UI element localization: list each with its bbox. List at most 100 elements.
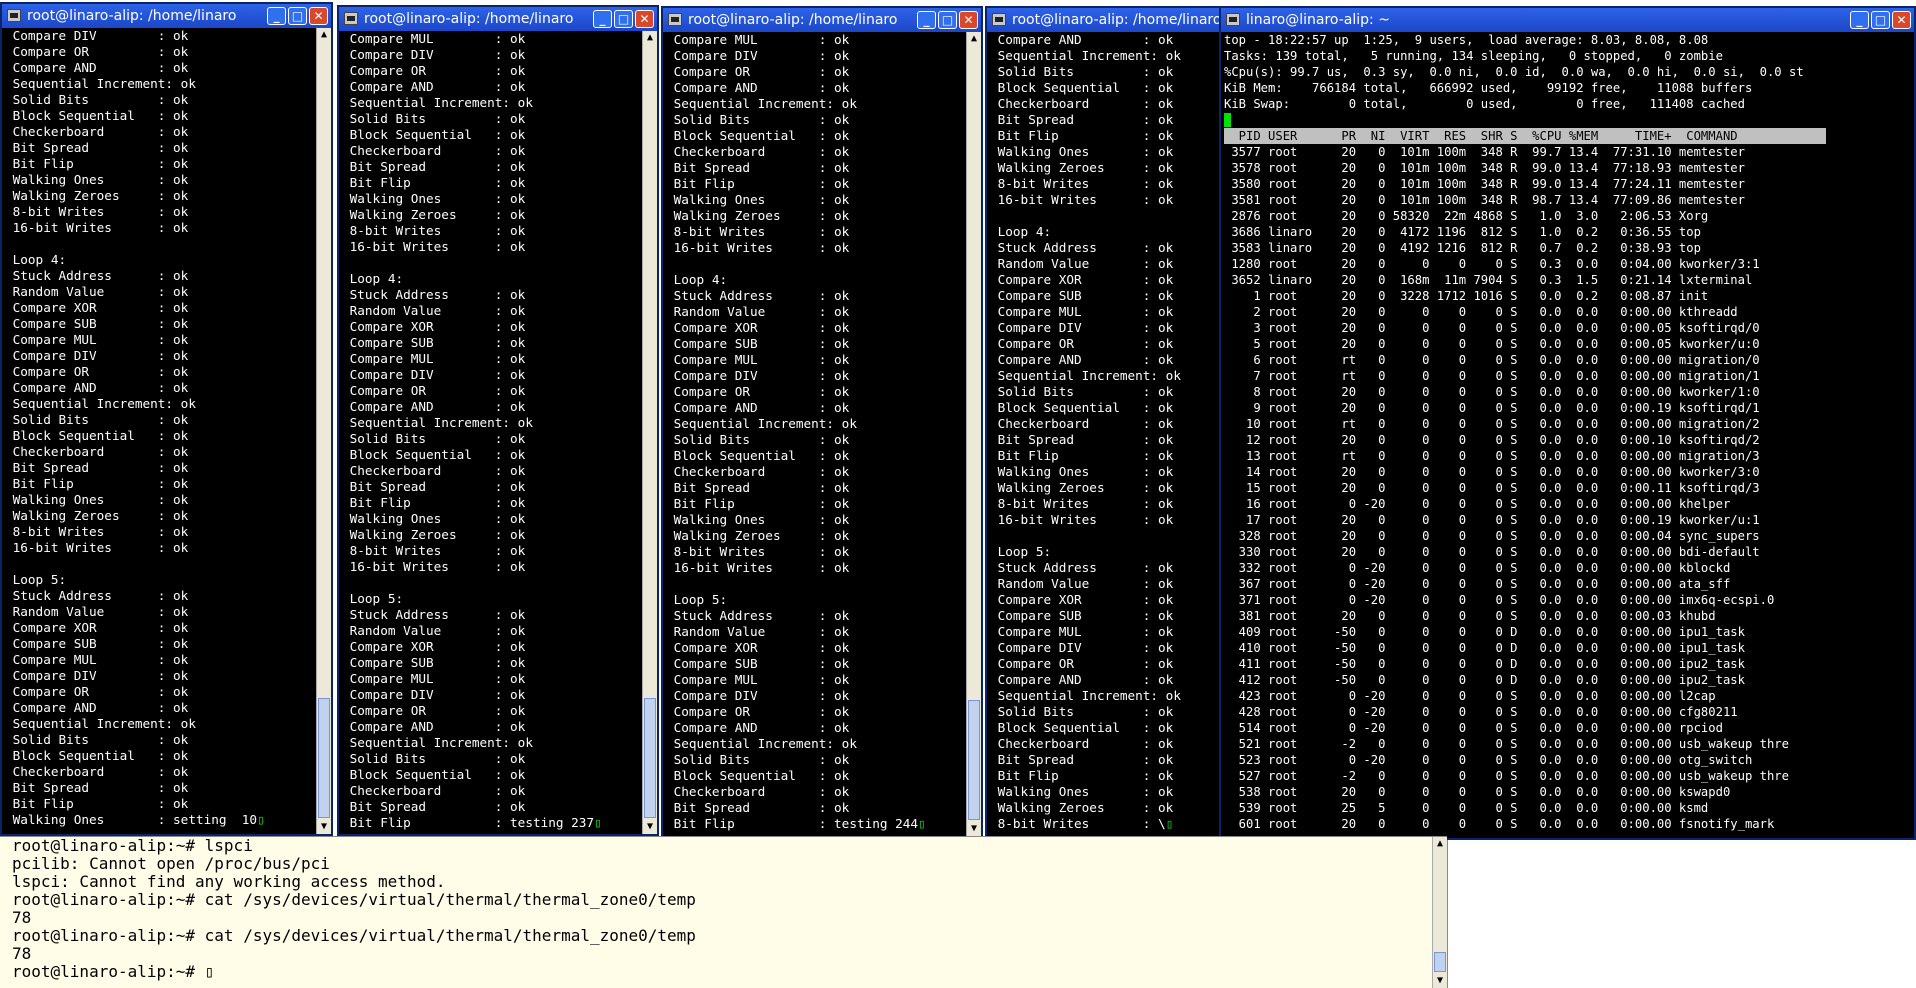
- title-bar[interactable]: root@linaro-alip: /home/linaro: [987, 8, 1221, 32]
- terminal-line: Loop 5:: [666, 592, 728, 607]
- terminal-line: Compare DIV : ok: [342, 47, 526, 62]
- terminal-line: Compare OR : ok: [666, 704, 850, 719]
- terminal-output[interactable]: Compare MUL : ok Compare DIV : ok Compar…: [339, 31, 602, 834]
- terminal-line: Block Sequential : ok: [342, 767, 526, 782]
- scroll-down-icon[interactable]: ▼: [1433, 974, 1447, 988]
- maximize-button[interactable]: □: [938, 11, 957, 29]
- terminal-line: Walking Zeroes : ok: [990, 160, 1174, 175]
- vertical-scrollbar[interactable]: ▲ ▼: [642, 31, 657, 834]
- process-row: 381 root 20 0 0 0 0 S 0.0 0.0 0:00.03 kh…: [1224, 609, 1716, 623]
- terminal-line: Random Value : ok: [342, 303, 526, 318]
- title-bar[interactable]: linaro@linaro-alip: ~ _ □ ✕: [1221, 8, 1914, 32]
- minimize-button[interactable]: _: [593, 10, 612, 28]
- terminal-line: Bit Spread : ok: [666, 800, 850, 815]
- terminal-line: Block Sequential : ok: [5, 108, 189, 123]
- terminal-output[interactable]: Compare AND : ok Sequential Increment: o…: [987, 32, 1181, 838]
- close-button[interactable]: ✕: [959, 11, 978, 29]
- terminal-line: Bit Flip : ok: [342, 495, 526, 510]
- scroll-up-icon[interactable]: ▲: [317, 28, 331, 42]
- terminal-line: Compare OR : ok: [342, 703, 526, 718]
- terminal-line: Bit Spread : ok: [990, 752, 1174, 767]
- terminal-line: Block Sequential : ok: [990, 80, 1174, 95]
- process-row: 7 root rt 0 0 0 0 S 0.0 0.0 0:00.00 migr…: [1224, 369, 1760, 383]
- minimize-button[interactable]: _: [1850, 11, 1869, 29]
- maximize-button[interactable]: □: [614, 10, 633, 28]
- terminal-window-3[interactable]: root@linaro-alip: /home/linaro _ □ ✕ Com…: [661, 6, 983, 838]
- title-bar[interactable]: root@linaro-alip: /home/linaro _ □ ✕: [339, 7, 657, 31]
- terminal-line: Sequential Increment: ok: [990, 688, 1181, 703]
- terminal-line: Compare XOR : ok: [342, 319, 526, 334]
- terminal-line: Stuck Address : ok: [990, 560, 1174, 575]
- terminal-window-2[interactable]: root@linaro-alip: /home/linaro _ □ ✕ Com…: [337, 5, 659, 836]
- scrollbar-thumb[interactable]: [1434, 952, 1446, 972]
- terminal-line: Compare MUL : ok: [990, 304, 1174, 319]
- vertical-scrollbar[interactable]: ▲ ▼: [1432, 837, 1447, 988]
- scroll-up-icon[interactable]: ▲: [1433, 837, 1447, 851]
- terminal-line: Random Value : ok: [5, 284, 189, 299]
- terminal-output[interactable]: Compare MUL : ok Compare DIV : ok Compar…: [663, 32, 926, 836]
- shell-prompt[interactable]: root@linaro-alip:~# ▯: [12, 963, 696, 981]
- title-bar[interactable]: root@linaro-alip: /home/linaro _ □ ✕: [663, 8, 981, 32]
- shell-line: root@linaro-alip:~# cat /sys/devices/vir…: [12, 926, 696, 945]
- scroll-down-icon[interactable]: ▼: [967, 822, 981, 836]
- top-summary-line: top - 18:22:57 up 1:25, 9 users, load av…: [1224, 33, 1709, 47]
- terminal-line: Solid Bits : ok: [666, 432, 850, 447]
- minimize-button[interactable]: _: [917, 11, 936, 29]
- close-button[interactable]: ✕: [635, 10, 654, 28]
- terminal-line: Stuck Address : ok: [5, 268, 189, 283]
- terminal-line: Bit Spread : ok: [5, 140, 189, 155]
- scroll-down-icon[interactable]: ▼: [643, 820, 657, 834]
- close-button[interactable]: ✕: [309, 7, 328, 25]
- terminal-window-4[interactable]: root@linaro-alip: /home/linaro Compare A…: [985, 6, 1223, 840]
- terminal-line: 16-bit Writes : ok: [342, 559, 526, 574]
- terminal-line: Bit Spread : ok: [5, 780, 189, 795]
- terminal-line: Solid Bits : ok: [666, 752, 850, 767]
- terminal-line: 16-bit Writes : ok: [5, 220, 189, 235]
- vertical-scrollbar[interactable]: ▲ ▼: [316, 28, 331, 834]
- scrollbar-thumb[interactable]: [644, 698, 656, 818]
- shell-line: root@linaro-alip:~# lspci: [12, 837, 253, 855]
- terminal-line-current: Walking Ones : setting 10▯: [5, 812, 265, 827]
- close-button[interactable]: ✕: [1892, 11, 1911, 29]
- process-row: 3652 linaro 20 0 168m 11m 7904 S 0.3 1.5…: [1224, 273, 1753, 287]
- process-row: 10 root rt 0 0 0 0 S 0.0 0.0 0:00.00 mig…: [1224, 417, 1760, 431]
- terminal-line: Walking Zeroes : ok: [5, 508, 189, 523]
- terminal-line: Solid Bits : ok: [990, 64, 1174, 79]
- shell-line: lspci: Cannot find any working access me…: [12, 872, 446, 891]
- terminal-line: 16-bit Writes : ok: [342, 239, 526, 254]
- process-row: 328 root 20 0 0 0 0 S 0.0 0.0 0:00.04 sy…: [1224, 529, 1760, 543]
- terminal-line: Block Sequential : ok: [342, 447, 526, 462]
- top-terminal-window[interactable]: linaro@linaro-alip: ~ _ □ ✕ top - 18:22:…: [1219, 6, 1916, 840]
- terminal-output[interactable]: Compare DIV : ok Compare OR : ok Compare…: [2, 28, 265, 834]
- terminal-line: Solid Bits : ok: [342, 751, 526, 766]
- terminal-line: Solid Bits : ok: [990, 384, 1174, 399]
- terminal-line: 16-bit Writes : ok: [5, 540, 189, 555]
- terminal-line: Walking Ones : ok: [666, 192, 850, 207]
- cursor-icon: ▯: [918, 816, 926, 831]
- bottom-terminal[interactable]: root@linaro-alip:~# lspci pcilib: Cannot …: [0, 836, 1447, 988]
- terminal-line: Bit Spread : ok: [5, 460, 189, 475]
- top-output[interactable]: top - 18:22:57 up 1:25, 9 users, load av…: [1221, 32, 1826, 838]
- maximize-button[interactable]: □: [288, 7, 307, 25]
- scroll-up-icon[interactable]: ▲: [643, 31, 657, 45]
- vertical-scrollbar[interactable]: ▲ ▼: [966, 32, 981, 836]
- shell-output[interactable]: root@linaro-alip:~# lspci pcilib: Cannot …: [0, 837, 696, 988]
- terminal-line: Sequential Increment: ok: [5, 76, 196, 91]
- terminal-line: Compare AND : ok: [990, 352, 1174, 367]
- maximize-button[interactable]: □: [1871, 11, 1890, 29]
- terminal-line: Walking Zeroes : ok: [666, 528, 850, 543]
- minimize-button[interactable]: _: [267, 7, 286, 25]
- title-bar[interactable]: root@linaro-alip: /home/linaro _ □ ✕: [2, 4, 331, 28]
- terminal-line: Compare DIV : ok: [5, 668, 189, 683]
- terminal-line: Walking Zeroes : ok: [990, 480, 1174, 495]
- scroll-up-icon[interactable]: ▲: [967, 32, 981, 46]
- terminal-line: Compare OR : ok: [5, 684, 189, 699]
- terminal-line: Solid Bits : ok: [666, 112, 850, 127]
- terminal-line: Compare DIV : ok: [666, 48, 850, 63]
- terminal-window-1[interactable]: root@linaro-alip: /home/linaro _ □ ✕ Com…: [0, 2, 333, 836]
- scroll-down-icon[interactable]: ▼: [317, 820, 331, 834]
- scrollbar-thumb[interactable]: [318, 698, 330, 818]
- scrollbar-thumb[interactable]: [968, 700, 980, 820]
